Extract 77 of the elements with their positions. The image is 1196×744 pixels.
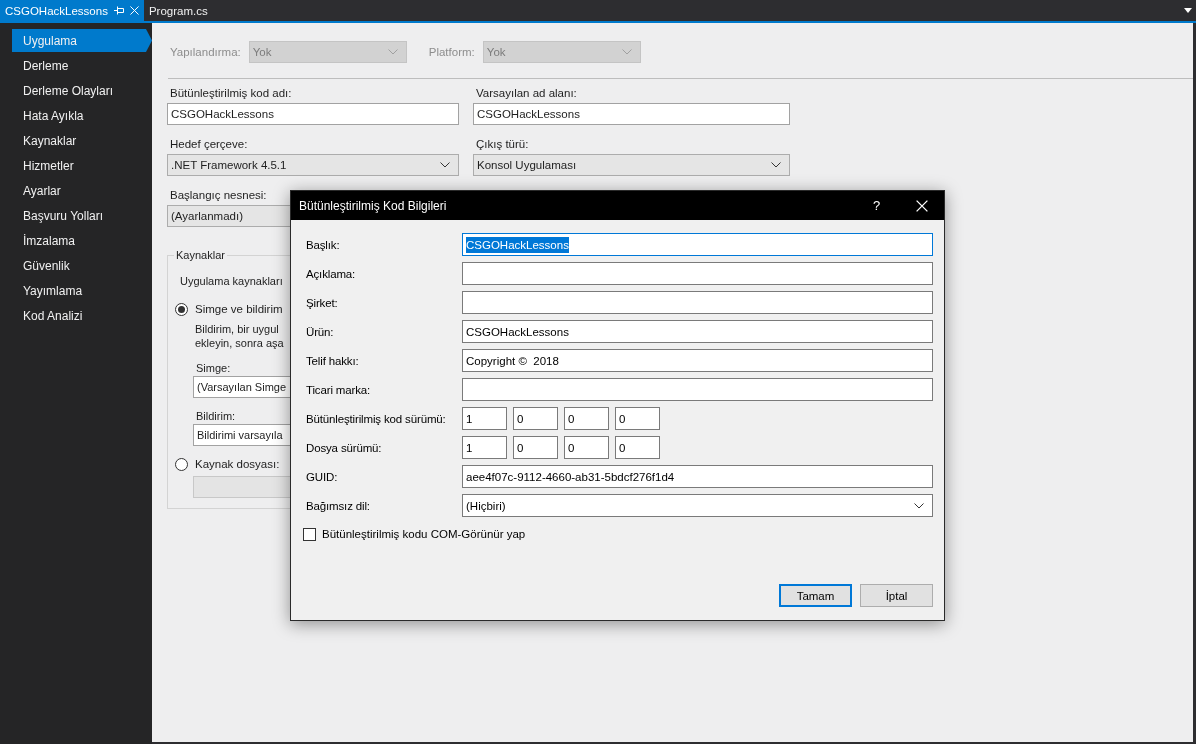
chevron-down-icon <box>440 162 450 168</box>
option-label: Simge ve bildirim <box>195 303 283 315</box>
option-label: Kaynak dosyası: <box>195 458 280 470</box>
select-field[interactable]: Konsol Uygulaması <box>473 154 790 176</box>
select-field[interactable]: (Ayarlanmadı) <box>167 205 290 227</box>
select-field[interactable]: (Hiçbiri) <box>462 494 933 517</box>
sidebar-item[interactable]: Hata Ayıkla <box>23 107 84 124</box>
chevron-down-icon <box>621 49 632 55</box>
close-icon[interactable] <box>915 199 928 212</box>
version-field[interactable]: 0 <box>513 407 558 430</box>
sidebar-item[interactable]: Başvuru Yolları <box>23 207 104 224</box>
sidebar-item[interactable]: Yayımlama <box>23 282 83 299</box>
dialog-button[interactable]: İptal <box>860 584 933 607</box>
text-field[interactable]: CSGOHackLessons <box>167 103 459 125</box>
radio-button[interactable] <box>175 302 188 316</box>
sidebar-item[interactable]: Kod Analizi <box>23 307 83 324</box>
text-field[interactable] <box>462 378 933 401</box>
radio-button[interactable] <box>175 457 188 471</box>
text-field[interactable] <box>462 262 933 285</box>
field-label: Başlık: <box>306 238 340 251</box>
sidebar-item[interactable]: Ayarlar <box>23 182 61 199</box>
version-field[interactable]: 0 <box>615 407 660 430</box>
text-field[interactable]: Bildirimi varsayıla <box>193 424 291 446</box>
sidebar-item[interactable]: Derleme <box>23 57 69 74</box>
dialog-button[interactable]: Tamam <box>779 584 852 607</box>
chevron-down-icon <box>387 49 398 55</box>
checkbox-label: Bütünleştirilmiş kodu COM-Görünür yap <box>322 528 526 540</box>
version-field[interactable]: 0 <box>615 436 660 459</box>
sidebar-item[interactable]: İmzalama <box>23 232 75 249</box>
field-label: Platform: <box>428 46 475 58</box>
version-field[interactable]: 1 <box>462 436 507 459</box>
field-label: Başlangıç nesnesi: <box>170 188 267 203</box>
option-description: Bildirim, bir uygul ekleyin, sonra aşa <box>195 322 284 350</box>
document-tab[interactable]: CSGOHackLessons <box>0 0 144 21</box>
sidebar-item[interactable]: Kaynaklar <box>23 132 77 149</box>
version-field[interactable]: 1 <box>462 407 507 430</box>
sidebar-item[interactable]: Güvenlik <box>23 257 70 274</box>
field-label: Şirket: <box>306 296 338 309</box>
field-label: Dosya sürümü: <box>306 441 382 454</box>
field-label: Bağımsız dil: <box>306 499 370 512</box>
sidebar-item[interactable]: Uygulama <box>12 29 152 52</box>
text-field[interactable]: aee4f07c-9112-4660-ab31-5bdcf276f1d4 <box>462 465 933 488</box>
text-field[interactable]: (Varsayılan Simge <box>193 376 291 398</box>
field-label: Ürün: <box>306 325 334 338</box>
field-label: Simge: <box>196 361 231 376</box>
field-label: GUID: <box>306 470 338 483</box>
text-field[interactable]: Copyright © 2018 <box>462 349 933 372</box>
text-field[interactable] <box>462 291 933 314</box>
pin-icon[interactable] <box>113 6 124 15</box>
field-label: Açıklama: <box>306 267 356 280</box>
version-field[interactable]: 0 <box>513 436 558 459</box>
sidebar-item[interactable]: Hizmetler <box>23 157 74 174</box>
text-field[interactable]: CSGOHackLessons <box>473 103 790 125</box>
field-label: Telif hakkı: <box>306 354 359 367</box>
group-title: Kaynaklar <box>175 248 226 263</box>
field-label: Bildirim: <box>196 409 236 424</box>
checkbox[interactable] <box>303 527 316 541</box>
version-field[interactable]: 0 <box>564 407 609 430</box>
group-text: Uygulama kaynakları <box>180 274 283 289</box>
chevron-down-icon <box>771 162 781 168</box>
field-label: Yapılandırma: <box>170 46 241 58</box>
dialog-title: Bütünleştirilmiş Kod Bilgileri <box>299 198 447 213</box>
text-field[interactable]: CSGOHackLessons <box>462 320 933 343</box>
sidebar-item[interactable]: Derleme Olayları <box>23 82 114 99</box>
field-label: Varsayılan ad alanı: <box>476 86 577 101</box>
document-tab[interactable]: Program.cs <box>143 0 213 21</box>
select-field[interactable]: .NET Framework 4.5.1 <box>167 154 459 176</box>
field-label: Bütünleştirilmiş kod adı: <box>170 86 292 101</box>
text-field[interactable]: CSGOHackLessons <box>462 233 933 256</box>
help-button[interactable]: ? <box>872 198 881 213</box>
field-label: Hedef çerçeve: <box>170 137 248 152</box>
field-label: Bütünleştirilmiş kod sürümü: <box>306 412 446 425</box>
field-label: Ticari marka: <box>306 383 371 396</box>
field-label: Çıkış türü: <box>476 137 529 152</box>
version-field[interactable]: 0 <box>564 436 609 459</box>
dropdown-icon[interactable] <box>1184 8 1192 13</box>
chevron-down-icon <box>914 502 924 509</box>
